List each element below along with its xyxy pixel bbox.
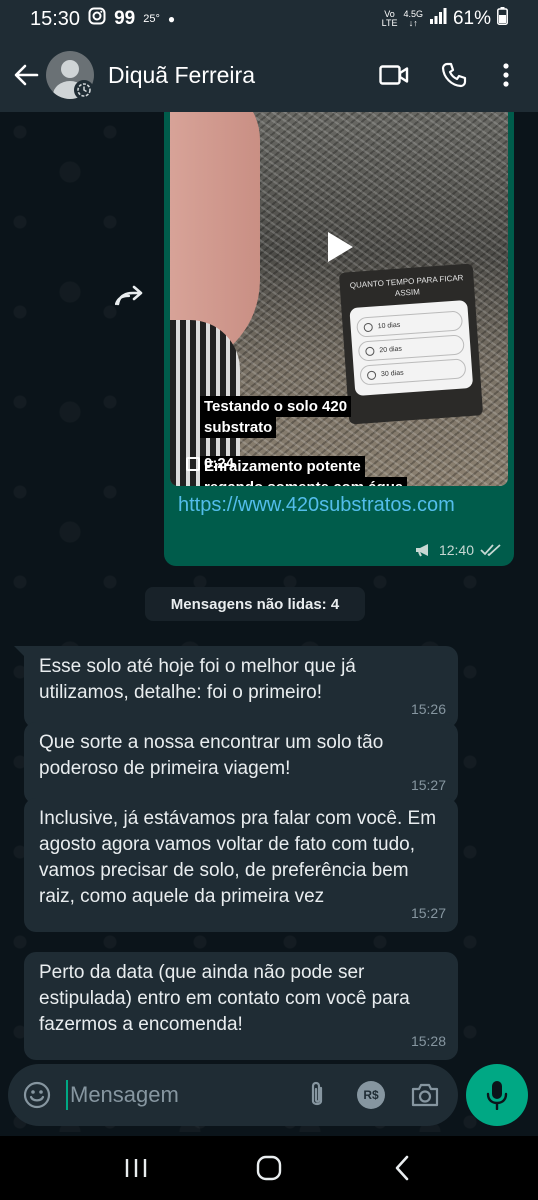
instagram-icon [88, 7, 106, 31]
forward-button[interactable] [106, 272, 154, 320]
video-camera-icon [379, 65, 409, 85]
kebab-menu-icon [503, 63, 509, 87]
play-button[interactable] [320, 225, 360, 269]
chat-area[interactable]: QUANTO TEMPO PARA FICAR ASSIM 10 dias 20… [0, 112, 538, 1132]
message-time: 15:27 [410, 777, 446, 793]
video-caption-line: Testando o solo 420 [200, 396, 352, 417]
battery-percent: 61% [452, 8, 491, 29]
emoji-icon [23, 1081, 51, 1109]
incoming-message[interactable]: Perto da data (que ainda não pode ser es… [24, 952, 458, 1060]
system-nav-bar [0, 1136, 538, 1200]
message-text: Esse solo até hoje foi o melhor que já u… [39, 656, 356, 703]
back-button[interactable] [6, 55, 46, 95]
message-time: 12:40 [438, 542, 474, 558]
play-icon [328, 232, 353, 262]
more-options-button[interactable] [484, 45, 528, 105]
notification-dot-icon: ● [167, 12, 176, 26]
camera-button[interactable] [398, 1068, 452, 1122]
camera-icon [411, 1083, 439, 1107]
poll-card: QUANTO TEMPO PARA FICAR ASSIM 10 dias 20… [338, 263, 484, 425]
forward-arrow-icon [115, 285, 143, 306]
incoming-message[interactable]: Inclusive, já estávamos pra falar com vo… [24, 798, 458, 932]
nav-back-button[interactable] [372, 1143, 432, 1193]
voice-message-button[interactable] [466, 1064, 528, 1126]
message-meta: 12:40 [415, 542, 502, 558]
payment-button[interactable]: R$ [344, 1068, 398, 1122]
outgoing-media-message[interactable]: QUANTO TEMPO PARA FICAR ASSIM 10 dias 20… [164, 112, 514, 566]
temperature: 25° [143, 13, 160, 25]
double-check-icon [480, 544, 501, 556]
voice-call-button[interactable] [424, 45, 484, 105]
network-indicator: 4.5G ↓↑ [403, 9, 423, 28]
battery-icon [497, 7, 508, 31]
message-input[interactable] [66, 1080, 276, 1110]
poll-option: 10 dias [356, 310, 464, 338]
unread-divider: Mensagens não lidas: 4 [145, 587, 365, 621]
video-icon [186, 456, 200, 471]
carrier-indicator: Vo LTE [381, 9, 398, 28]
poll-option: 20 dias [357, 334, 465, 362]
back-arrow-icon [14, 64, 39, 86]
message-time: 15:26 [410, 701, 446, 717]
status-bar: 15:30 99 25° ● Vo LTE 4.5G ↓↑ 61% [0, 0, 538, 38]
message-text: Inclusive, já estávamos pra falar com vo… [39, 808, 437, 907]
recent-apps-icon [126, 1159, 147, 1177]
phone-icon [441, 62, 467, 88]
video-thumbnail[interactable]: QUANTO TEMPO PARA FICAR ASSIM 10 dias 20… [170, 112, 508, 486]
home-icon [256, 1155, 282, 1181]
paperclip-icon [311, 1081, 323, 1106]
contact-name[interactable]: Diquã Ferreira [108, 62, 255, 89]
incoming-message[interactable]: Que sorte a nossa encontrar um solo tão … [24, 722, 458, 804]
video-caption-line: substrato [200, 417, 277, 438]
nav-back-icon [395, 1155, 408, 1181]
emoji-button[interactable] [8, 1066, 66, 1124]
status-time: 15:30 [30, 7, 81, 30]
message-time: 15:28 [410, 1033, 446, 1049]
poll-option: 30 dias [359, 358, 467, 386]
message-link[interactable]: https://www.420substratos.com [178, 492, 478, 518]
home-button[interactable] [239, 1143, 299, 1193]
recent-apps-button[interactable] [106, 1143, 166, 1193]
message-time: 15:27 [410, 905, 446, 921]
chat-header: Diquã Ferreira [0, 38, 538, 112]
message-text: Perto da data (que ainda não pode ser es… [39, 962, 410, 1035]
message-text: Que sorte a nossa encontrar um solo tão … [39, 732, 384, 779]
megaphone-icon [415, 544, 428, 557]
message-input-container[interactable]: R$ [8, 1064, 458, 1126]
composer: R$ [0, 1058, 538, 1136]
attach-button[interactable] [290, 1068, 344, 1122]
signal-icon [429, 8, 447, 30]
payment-icon: R$ [357, 1081, 385, 1109]
video-call-button[interactable] [364, 45, 424, 105]
video-duration: 0:24 [186, 455, 234, 472]
poll-title: QUANTO TEMPO PARA FICAR ASSIM [349, 273, 464, 298]
microphone-icon [486, 1081, 508, 1110]
incoming-message[interactable]: Esse solo até hoje foi o melhor que já u… [24, 646, 458, 728]
notification-count: 99 [114, 8, 136, 29]
video-caption-line: regando somente com água [200, 477, 408, 486]
status-clock-icon [74, 80, 94, 100]
